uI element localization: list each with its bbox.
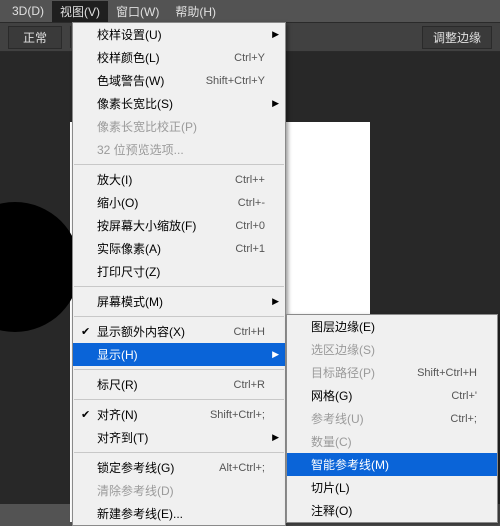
menu-shortcut: Ctrl+1	[235, 243, 265, 255]
menu-item-label: 像素长宽比(S)	[97, 95, 265, 112]
show-submenu: 图层边缘(E) 选区边缘(S) 目标路径(P) Shift+Ctrl+H 网格(G) Ct…	[286, 314, 498, 523]
menu_main-item[interactable]: 实际像素(A) Ctrl+1	[73, 237, 285, 260]
menubar-item-help[interactable]: 帮助(H)	[167, 1, 224, 22]
menu_sub-item: 目标路径(P) Shift+Ctrl+H	[287, 361, 497, 384]
menu-shortcut: Ctrl+-	[238, 197, 265, 209]
menu_main-item[interactable]: 像素长宽比(S) ▶	[73, 92, 285, 115]
menu_main-item[interactable]: ✔ 显示额外内容(X) Ctrl+H	[73, 320, 285, 343]
menu_sub-item[interactable]: 网格(G) Ctrl+'	[287, 384, 497, 407]
submenu-arrow-icon: ▶	[272, 296, 279, 307]
menu-item-label: 屏幕模式(M)	[97, 293, 265, 310]
menu_main-item[interactable]: 打印尺寸(Z)	[73, 260, 285, 283]
menu-item-label: 实际像素(A)	[97, 240, 223, 257]
menu-separator	[74, 452, 284, 453]
menu-shortcut: Ctrl+R	[234, 379, 265, 391]
menu_main-item: 像素长宽比校正(P)	[73, 115, 285, 138]
menu-separator	[74, 399, 284, 400]
divider	[70, 26, 71, 48]
menu-item-label: 缩小(O)	[97, 194, 226, 211]
menu_main-item[interactable]: 色域警告(W) Shift+Ctrl+Y	[73, 69, 285, 92]
blend-mode-select[interactable]: 正常	[8, 26, 62, 49]
submenu-arrow-icon: ▶	[272, 29, 279, 40]
menu_main-item[interactable]: 显示(H) ▶	[73, 343, 285, 366]
menu_sub-item[interactable]: 注释(O)	[287, 499, 497, 522]
menu-item-label: 按屏幕大小缩放(F)	[97, 217, 223, 234]
menu_sub-item[interactable]: 图层边缘(E)	[287, 315, 497, 338]
menu_sub-item: 参考线(U) Ctrl+;	[287, 407, 497, 430]
menu-item-label: 校样设置(U)	[97, 26, 265, 43]
menu-shortcut: Shift+Ctrl+;	[210, 409, 265, 421]
menubar-item-3d[interactable]: 3D(D)	[4, 2, 52, 20]
view-menu: 校样设置(U) ▶ 校样颜色(L) Ctrl+Y 色域警告(W) Shift+Ctrl+Y…	[72, 22, 286, 526]
menu-item-label: 数量(C)	[311, 433, 477, 450]
menu-item-label: 选区边缘(S)	[311, 341, 477, 358]
menu-separator	[74, 316, 284, 317]
circle-shape	[0, 202, 80, 332]
menu-item-label: 打印尺寸(Z)	[97, 263, 265, 280]
menu-item-label: 注释(O)	[311, 502, 477, 519]
menu-item-label: 显示(H)	[97, 346, 265, 363]
menu-item-label: 标尺(R)	[97, 376, 222, 393]
menubar-item-view[interactable]: 视图(V)	[52, 1, 108, 22]
menu_main-item[interactable]: ✔ 对齐(N) Shift+Ctrl+;	[73, 403, 285, 426]
menu-item-label: 目标路径(P)	[311, 364, 405, 381]
menu-separator	[74, 286, 284, 287]
menu-item-label: 色域警告(W)	[97, 72, 194, 89]
menu_sub-item[interactable]: 切片(L)	[287, 476, 497, 499]
submenu-arrow-icon: ▶	[272, 98, 279, 109]
menu-item-label: 放大(I)	[97, 171, 223, 188]
menu-item-label: 32 位预览选项...	[97, 141, 265, 158]
menu-shortcut: Ctrl+;	[450, 413, 477, 425]
menu_main-item[interactable]: 锁定参考线(G) Alt+Ctrl+;	[73, 456, 285, 479]
menu_main-item[interactable]: 缩小(O) Ctrl+-	[73, 191, 285, 214]
submenu-arrow-icon: ▶	[272, 349, 279, 360]
menu_main-item[interactable]: 屏幕模式(M) ▶	[73, 290, 285, 313]
menu-shortcut: Alt+Ctrl+;	[219, 462, 265, 474]
menu_main-item[interactable]: 按屏幕大小缩放(F) Ctrl+0	[73, 214, 285, 237]
menu-shortcut: Ctrl++	[235, 174, 265, 186]
menu_main-item[interactable]: 对齐到(T) ▶	[73, 426, 285, 449]
menu_sub-item: 数量(C)	[287, 430, 497, 453]
menu-shortcut: Ctrl+H	[234, 326, 265, 338]
menu_main-item[interactable]: 放大(I) Ctrl++	[73, 168, 285, 191]
menu_sub-item: 选区边缘(S)	[287, 338, 497, 361]
menu-separator	[74, 164, 284, 165]
menubar-item-window[interactable]: 窗口(W)	[108, 1, 167, 22]
menu_main-item: 清除参考线(D)	[73, 479, 285, 502]
menu-item-label: 参考线(U)	[311, 410, 438, 427]
menu_main-item[interactable]: 标尺(R) Ctrl+R	[73, 373, 285, 396]
menu-item-label: 清除参考线(D)	[97, 482, 265, 499]
menu-shortcut: Ctrl+'	[451, 390, 477, 402]
check-icon: ✔	[81, 325, 90, 338]
menu-shortcut: Shift+Ctrl+H	[417, 367, 477, 379]
menu-shortcut: Shift+Ctrl+Y	[206, 75, 265, 87]
menu-item-label: 对齐(N)	[97, 406, 198, 423]
menu_main-item[interactable]: 新建参考线(E)...	[73, 502, 285, 525]
menu_sub-item[interactable]: 智能参考线(M)	[287, 453, 497, 476]
menu_main-item[interactable]: 校样设置(U) ▶	[73, 23, 285, 46]
menu-item-label: 切片(L)	[311, 479, 477, 496]
check-icon: ✔	[81, 408, 90, 421]
menu-item-label: 对齐到(T)	[97, 429, 265, 446]
submenu-arrow-icon: ▶	[272, 432, 279, 443]
menu-separator	[74, 369, 284, 370]
menu-item-label: 新建参考线(E)...	[97, 505, 265, 522]
menu-item-label: 智能参考线(M)	[311, 456, 477, 473]
menu-shortcut: Ctrl+0	[235, 220, 265, 232]
menu-item-label: 显示额外内容(X)	[97, 323, 222, 340]
menubar: 3D(D) 视图(V) 窗口(W) 帮助(H)	[0, 0, 500, 22]
menu_main-item: 32 位预览选项...	[73, 138, 285, 161]
refine-edge-button[interactable]: 调整边缘	[422, 26, 492, 49]
menu-item-label: 像素长宽比校正(P)	[97, 118, 265, 135]
menu-shortcut: Ctrl+Y	[234, 52, 265, 64]
menu_main-item[interactable]: 校样颜色(L) Ctrl+Y	[73, 46, 285, 69]
menu-item-label: 网格(G)	[311, 387, 439, 404]
menu-item-label: 锁定参考线(G)	[97, 459, 207, 476]
menu-item-label: 图层边缘(E)	[311, 318, 477, 335]
menu-item-label: 校样颜色(L)	[97, 49, 222, 66]
